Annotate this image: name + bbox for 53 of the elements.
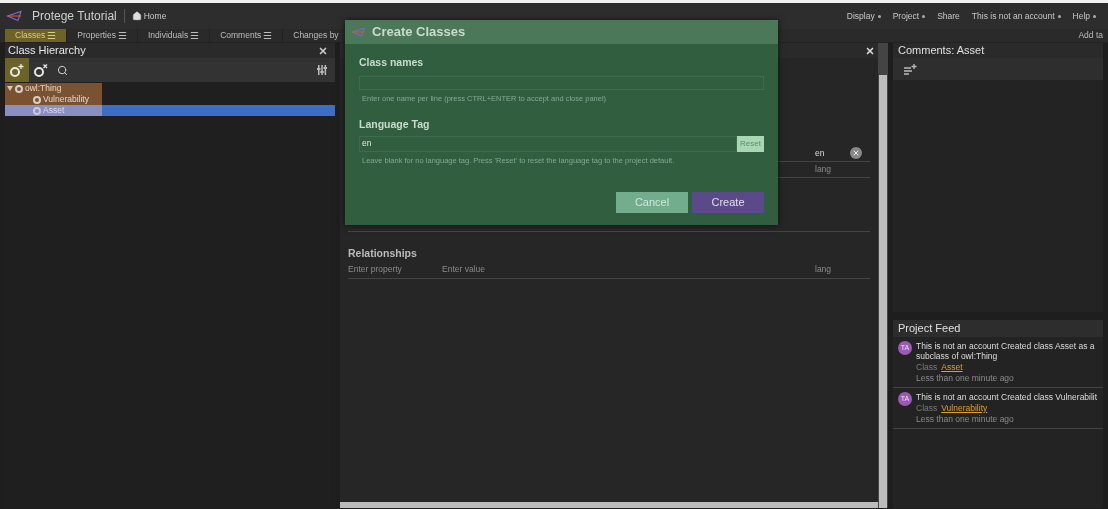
create-button[interactable]: Create	[692, 192, 764, 213]
add-class-icon[interactable]	[9, 63, 25, 77]
tab[interactable]: Classes ☰	[5, 29, 68, 42]
language-tag-field[interactable]: en	[359, 135, 738, 152]
menu-icon: ☰	[47, 30, 57, 41]
menu-item[interactable]: Project	[886, 9, 932, 23]
menu-icon: ☰	[118, 30, 127, 41]
menu-icon: ☰	[263, 30, 273, 41]
menu-icon: ☰	[190, 30, 200, 41]
horizontal-scrollbar[interactable]	[340, 502, 878, 508]
close-icon[interactable]	[318, 45, 328, 56]
feed-message: This is not an account Created class Vulnerabilit	[916, 392, 1098, 402]
project-title: Protege Tutorial	[32, 8, 117, 25]
close-icon[interactable]	[865, 45, 875, 56]
tab[interactable]: Individuals ☰	[138, 29, 211, 42]
search-icon[interactable]	[57, 64, 68, 76]
class-link[interactable]: Vulnerability	[941, 402, 988, 414]
delete-class-icon[interactable]	[33, 63, 49, 77]
logo-icon	[351, 26, 367, 38]
add-class-button[interactable]	[5, 58, 29, 82]
menu-item[interactable]: Help	[1066, 9, 1102, 23]
class-link[interactable]: Asset	[941, 361, 963, 373]
dialog-title: Create Classes	[372, 23, 466, 42]
lang-field[interactable]: lang	[815, 163, 852, 176]
field-label: Language Tag	[359, 117, 431, 132]
tree-item[interactable]: Vulnerability	[5, 94, 102, 105]
property-field[interactable]: Enter property	[348, 263, 442, 277]
panel-title: Comments: Asset	[898, 43, 985, 59]
feed-message: This is not an account Created class Asset as a subclass of owl:Thing	[916, 341, 1096, 361]
lang-field[interactable]: lang	[815, 263, 852, 277]
sliders-icon[interactable]	[317, 65, 327, 75]
panel-title: Class Hierarchy	[8, 43, 86, 59]
lang-value: en	[815, 146, 826, 160]
value-field[interactable]: Enter value	[442, 263, 485, 277]
class-label: Class	[916, 402, 938, 414]
add-tab-link[interactable]: Add ta	[1078, 29, 1103, 42]
tab[interactable]: Comments ☰	[210, 29, 284, 42]
tab[interactable]: Properties ☰	[67, 29, 138, 42]
menu-item[interactable]: Display	[840, 9, 887, 23]
menu-item[interactable]: Share	[931, 9, 966, 23]
field-label: Class names	[359, 55, 425, 70]
logo-icon	[6, 10, 24, 22]
class-label: Class	[916, 361, 938, 373]
panel-title: Project Feed	[898, 321, 961, 337]
section-heading: Relationships	[348, 246, 418, 261]
home-icon	[131, 11, 142, 21]
timestamp: Less than one minute ago	[916, 414, 1015, 424]
vertical-scrollbar[interactable]	[878, 43, 888, 508]
home-link[interactable]: Home	[131, 9, 167, 23]
add-comment-icon[interactable]	[903, 63, 917, 75]
menu-item[interactable]: This is not an account	[965, 9, 1067, 23]
timestamp: Less than one minute ago	[916, 373, 1015, 383]
remove-icon[interactable]	[850, 147, 862, 159]
